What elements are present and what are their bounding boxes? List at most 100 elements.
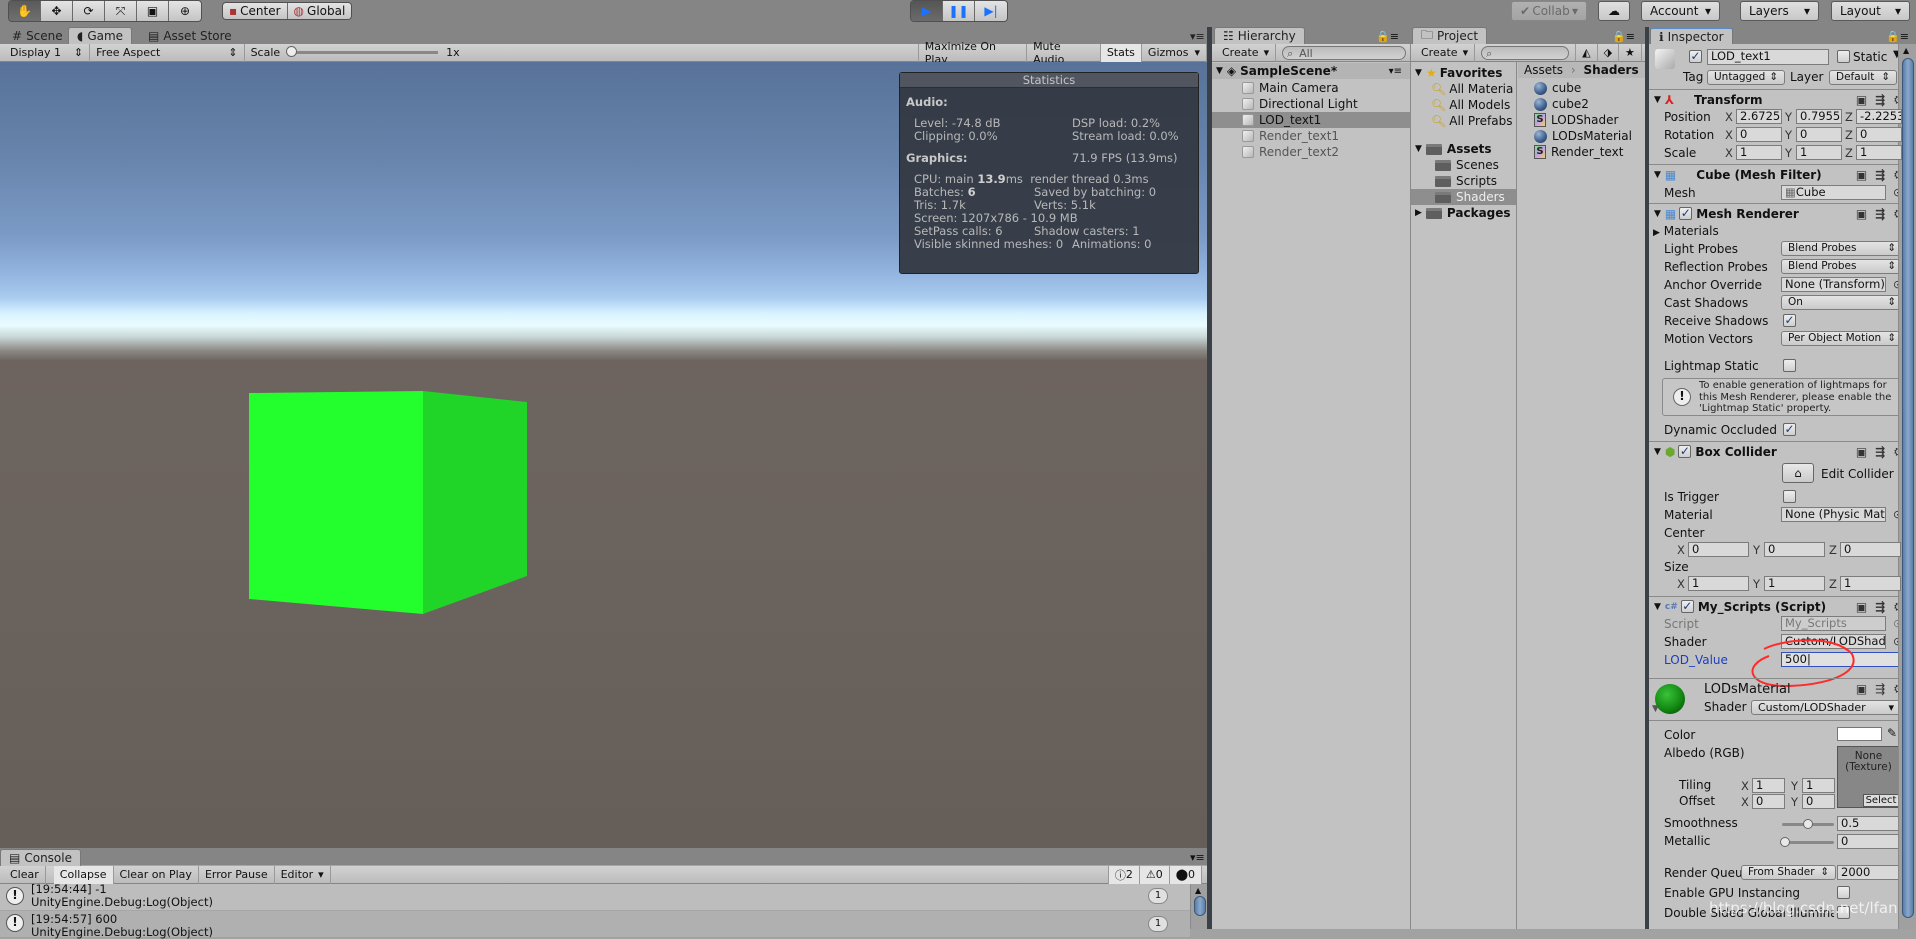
gpu-instancing-checkbox[interactable]: ✓ xyxy=(1837,886,1850,899)
layout-dropdown[interactable]: Layout ▾ xyxy=(1831,1,1910,21)
eyedropper-icon[interactable]: ✎ xyxy=(1887,726,1897,740)
tiling-x-field[interactable]: 1 xyxy=(1752,778,1785,793)
error-filter-toggle[interactable]: ⬤ 0 xyxy=(1169,865,1202,884)
slider-handle[interactable] xyxy=(1780,837,1790,847)
project-file[interactable]: LODsMaterial xyxy=(1518,128,1646,144)
maximize-on-play-toggle[interactable]: Maximize On Play xyxy=(917,40,1028,66)
hierarchy-item[interactable]: Render_text1 xyxy=(1212,128,1410,144)
tab-scene[interactable]: # Scene xyxy=(4,27,71,44)
pivot-center-button[interactable]: ▪ Center xyxy=(223,3,288,19)
filter-by-type-button[interactable]: ◭ xyxy=(1575,43,1598,62)
pause-button[interactable]: ❚❚ xyxy=(943,1,975,21)
hierarchy-item[interactable]: Directional Light xyxy=(1212,96,1410,112)
asset-folder[interactable]: Scenes xyxy=(1411,157,1516,173)
cast-shadows-dropdown[interactable]: On ⇕ xyxy=(1781,295,1903,310)
hand-tool-button[interactable]: ✋ xyxy=(9,1,41,21)
help-icon[interactable]: ▣ xyxy=(1856,682,1867,696)
hierarchy-create-dropdown[interactable]: Create ▾ xyxy=(1216,43,1277,62)
project-create-dropdown[interactable]: Create ▾ xyxy=(1415,43,1476,62)
tab-console[interactable]: ▤ Console xyxy=(0,849,81,866)
mute-audio-toggle[interactable]: Mute Audio xyxy=(1027,40,1101,66)
hierarchy-item[interactable]: LOD_text1 xyxy=(1212,112,1410,128)
preset-icon[interactable]: ⇶ xyxy=(1875,600,1885,614)
account-dropdown[interactable]: Account ▾ xyxy=(1641,1,1720,21)
collapse-arrow-icon[interactable]: ▶ xyxy=(1415,208,1422,218)
play-button[interactable]: ▶ xyxy=(911,1,943,21)
tab-game[interactable]: ◖ Game xyxy=(68,27,133,44)
scale-y-field[interactable]: 1 xyxy=(1796,145,1842,160)
position-y-field[interactable]: 0.7955 xyxy=(1796,109,1842,124)
layer-dropdown[interactable]: Default ⇕ xyxy=(1829,70,1897,85)
preset-icon[interactable]: ⇶ xyxy=(1875,207,1885,221)
project-search[interactable]: ⌕ xyxy=(1481,45,1570,60)
preset-icon[interactable]: ⇶ xyxy=(1875,682,1885,696)
box-collider-enabled-checkbox[interactable]: ✓ xyxy=(1678,445,1692,458)
scale-tool-button[interactable]: ⤧ xyxy=(105,1,137,21)
preset-icon[interactable]: ⇶ xyxy=(1875,93,1885,107)
tab-hierarchy[interactable]: ☷ Hierarchy xyxy=(1214,27,1305,44)
lock-icon[interactable]: 🔒≡ xyxy=(1376,30,1399,43)
scale-x-field[interactable]: 1 xyxy=(1736,145,1782,160)
motion-vectors-dropdown[interactable]: Per Object Motion ⇕ xyxy=(1781,331,1903,346)
collider-size-z-field[interactable]: 1 xyxy=(1840,576,1901,591)
offset-x-field[interactable]: 0 xyxy=(1752,794,1785,809)
project-file[interactable]: cube xyxy=(1518,80,1646,96)
metallic-slider[interactable] xyxy=(1780,837,1834,847)
expand-arrow-icon[interactable]: ▼ xyxy=(1654,209,1661,219)
texture-select-button[interactable]: Select xyxy=(1863,794,1899,807)
mesh-renderer-header[interactable]: ▼ ▦ ✓ Mesh Renderer ▣⇶⚙ xyxy=(1649,203,1916,223)
rotation-z-field[interactable]: 0 xyxy=(1856,127,1902,142)
edit-collider-button[interactable]: ⌂ xyxy=(1782,463,1814,483)
light-probes-dropdown[interactable]: Blend Probes ⇕ xyxy=(1781,241,1903,256)
aspect-dropdown[interactable]: Free Aspect ⇕ xyxy=(90,43,245,62)
offset-y-field[interactable]: 0 xyxy=(1802,794,1835,809)
mesh-filter-header[interactable]: ▼ ▦ Cube (Mesh Filter) ▣⇶⚙ xyxy=(1649,164,1916,184)
lightmap-static-checkbox[interactable]: ✓ xyxy=(1783,359,1796,372)
active-checkbox[interactable]: ✓ xyxy=(1689,50,1702,63)
reflection-probes-dropdown[interactable]: Blend Probes ⇕ xyxy=(1781,259,1903,274)
transform-component-header[interactable]: ▼ ⅄ Transform ▣⇶⚙ xyxy=(1649,89,1916,109)
display-dropdown[interactable]: Display 1 ⇕ xyxy=(4,43,91,62)
info-filter-toggle[interactable]: ⓘ 2 xyxy=(1107,865,1140,884)
breadcrumb-shaders[interactable]: Shaders xyxy=(1584,63,1639,77)
layers-dropdown[interactable]: Layers ▾ xyxy=(1740,1,1819,21)
mesh-renderer-enabled-checkbox[interactable]: ✓ xyxy=(1679,207,1693,220)
hierarchy-item[interactable]: Render_text2 xyxy=(1212,144,1410,160)
project-file[interactable]: cube2 xyxy=(1518,96,1646,112)
scroll-up-icon[interactable]: ▲ xyxy=(1903,46,1909,55)
scale-slider[interactable] xyxy=(286,46,439,57)
log-entry[interactable]: ! [19:54:57] 600 UnityEngine.Debug:Log(O… xyxy=(0,911,1190,939)
space-global-button[interactable]: ◍ Global xyxy=(287,3,352,19)
preset-icon[interactable]: ⇶ xyxy=(1875,168,1885,182)
help-icon[interactable]: ▣ xyxy=(1856,168,1867,182)
console-scrollbar[interactable]: ▲ xyxy=(1190,884,1207,929)
albedo-texture-slot[interactable]: None (Texture) Select xyxy=(1837,746,1900,808)
position-z-field[interactable]: -2.2253 xyxy=(1856,109,1902,124)
expand-arrow-icon[interactable]: ▼ xyxy=(1216,66,1223,76)
rect-tool-button[interactable]: ▣ xyxy=(137,1,169,21)
expand-arrow-icon[interactable]: ▼ xyxy=(1652,704,1659,714)
assets-header[interactable]: ▼ Assets xyxy=(1411,141,1516,157)
editor-dropdown[interactable]: Editor ▾ xyxy=(275,865,331,884)
help-icon[interactable]: ▣ xyxy=(1856,93,1867,107)
warning-filter-toggle[interactable]: ⚠ 0 xyxy=(1139,865,1170,884)
script-component-header[interactable]: ▼ c# ✓ My_Scripts (Script) ▣⇶⚙ xyxy=(1649,596,1916,616)
render-queue-dropdown[interactable]: From Shader ⇕ xyxy=(1741,865,1836,880)
dynamic-occluded-checkbox[interactable]: ✓ xyxy=(1783,423,1796,436)
hierarchy-item[interactable]: Main Camera xyxy=(1212,80,1410,96)
smoothness-slider[interactable] xyxy=(1782,819,1834,829)
expand-arrow-icon[interactable]: ▼ xyxy=(1415,68,1422,78)
box-collider-header[interactable]: ▼ ⬢ ✓ Box Collider ▣⇶⚙ xyxy=(1649,441,1916,461)
collider-center-y-field[interactable]: 0 xyxy=(1764,542,1825,557)
tag-dropdown[interactable]: Untagged ⇕ xyxy=(1707,70,1785,85)
tab-asset-store[interactable]: ▤ Asset Store xyxy=(140,27,240,44)
asset-folder[interactable]: Shaders xyxy=(1411,189,1516,205)
hierarchy-search[interactable]: ⌕ All xyxy=(1282,45,1407,60)
collider-size-y-field[interactable]: 1 xyxy=(1764,576,1825,591)
help-icon[interactable]: ▣ xyxy=(1856,445,1867,459)
anchor-override-field[interactable]: None (Transform) xyxy=(1781,277,1886,292)
gizmos-dropdown[interactable]: Gizmos ▾ xyxy=(1142,43,1207,62)
favorite-item[interactable]: 🔍︎ All Models xyxy=(1411,97,1516,113)
collider-center-z-field[interactable]: 0 xyxy=(1840,542,1901,557)
collapse-toggle[interactable]: Collapse xyxy=(53,865,114,884)
